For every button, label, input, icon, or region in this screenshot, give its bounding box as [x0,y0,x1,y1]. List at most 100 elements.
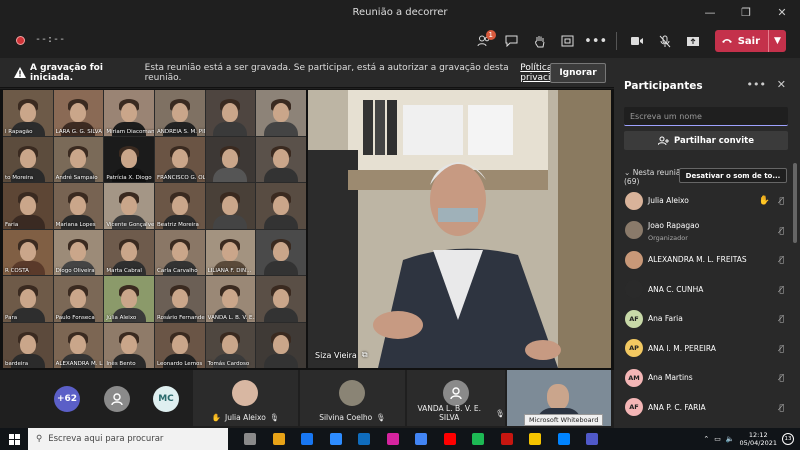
gallery-tile[interactable]: to Moreira [3,136,53,182]
participant-tile[interactable]: VANDA L. B. V. E. SILVA 🎙 [407,370,505,426]
gallery-tile[interactable]: Rosário Fernandes [155,276,205,322]
gallery-tile[interactable]: LILIANA F. DIN... [205,229,256,275]
mute-all-button[interactable]: Desativar o som de to... [679,168,787,183]
gallery-tile[interactable]: Faria [3,183,53,229]
mic-off-icon[interactable]: 🎙̸ [779,285,784,294]
taskbar-app-icon[interactable] [436,428,465,450]
camera-button[interactable] [623,29,651,53]
gallery-tile[interactable]: Diogo Oliveira [53,229,104,275]
reactions-button[interactable] [526,29,554,53]
mic-off-icon[interactable]: 🎙̸ [779,226,784,235]
in-meeting-section-toggle[interactable]: ⌄ Nesta reunião (69) [624,168,685,186]
avatar [443,380,469,406]
close-window-button[interactable]: ✕ [764,0,800,24]
more-actions-button[interactable]: ••• [582,29,610,53]
gallery-tile[interactable]: R COSTA [3,229,53,275]
gallery-tile[interactable]: Mariana Lopes [53,183,104,229]
ignore-button[interactable]: Ignorar [550,63,606,83]
volume-icon[interactable]: 🔈 [726,435,735,443]
mic-off-icon[interactable]: 🎙̸ [779,344,784,353]
gallery-tile[interactable]: Miriam Diacomama [104,90,154,136]
taskbar-app-icon[interactable] [407,428,436,450]
gallery-tile[interactable]: Tomás Cardoso [205,322,256,368]
gallery-tile[interactable]: ALEXANDRA M. L... [53,322,104,368]
gallery-tile[interactable]: Paulo Fonseca [53,276,104,322]
gallery-tile[interactable] [256,322,306,368]
participant-row[interactable]: ANA C. CUNHA 🎙̸ [614,275,792,305]
taskbar-app-icon[interactable] [293,428,322,450]
start-button[interactable] [0,428,28,450]
taskbar-app-icon[interactable] [322,428,351,450]
gallery-tile[interactable]: LARA G. G. SILVA [53,90,104,136]
notifications-button[interactable]: 13 [782,433,794,445]
gallery-tile[interactable]: André Sampaio [53,136,104,182]
leave-options-dropdown[interactable]: ▼ [768,30,786,52]
mic-off-icon[interactable]: 🎙̸ [779,196,784,205]
gallery-tile[interactable]: FRANCISCO G. OLI... [155,136,205,182]
participant-tile[interactable]: ✋ Julia Aleixo 🎙 [193,370,298,426]
share-screen-button[interactable] [679,29,707,53]
maximize-button[interactable]: ❐ [728,0,764,24]
gallery-tile[interactable] [256,183,306,229]
participant-tile[interactable]: Silvina Coelho 🎙 [300,370,405,426]
taskbar-app-icon[interactable] [265,428,294,450]
participant-row[interactable]: AP ANA I. M. PEREIRA 🎙̸ [614,334,792,364]
speaker-video[interactable]: Siza Vieira ⧉ [308,90,611,368]
mic-off-icon[interactable]: 🎙̸ [779,314,784,323]
gallery-tile[interactable] [256,229,306,275]
gallery-tile[interactable]: Para [3,276,53,322]
panel-more-button[interactable]: ••• [747,78,766,91]
more-participants-button[interactable]: +62 [54,386,80,412]
taskbar-app-icon[interactable] [493,428,522,450]
participant-row[interactable]: AM Ana Martins 🎙̸ [614,363,792,393]
mic-off-icon[interactable]: 🎙̸ [779,403,784,412]
gallery-tile[interactable]: Vicente Gonçalves [104,183,154,229]
gallery-tile[interactable]: Carla Carvalho [155,229,205,275]
participant-row[interactable]: ALEXANDRA M. L. FREITAS 🎙̸ [614,245,792,275]
gallery-tile[interactable]: bardeira [3,322,53,368]
mic-off-icon[interactable]: 🎙̸ [779,373,784,382]
gallery-tile[interactable] [256,276,306,322]
taskbar-app-icon[interactable] [550,428,579,450]
participant-row[interactable]: AF ANA P. C. FARIA 🎙̸ [614,393,792,423]
gallery-tile[interactable]: Inês Bento [104,322,154,368]
taskbar-app-icon[interactable] [350,428,379,450]
gallery-tile[interactable]: l Rapagão [3,90,53,136]
gallery-tile[interactable]: Beatriz Moreira [155,183,205,229]
gallery-tile[interactable]: Patrícia X. Diogo [104,136,154,182]
participant-search-input[interactable]: Escreva um nome [624,107,788,126]
taskbar-search-input[interactable]: ⚲ Escreva aqui para procurar [28,428,228,450]
mic-off-icon[interactable]: 🎙̸ [779,255,784,264]
minimize-button[interactable]: — [692,0,728,24]
gallery-tile[interactable] [256,136,306,182]
taskbar-app-icon[interactable] [236,428,265,450]
gallery-tile[interactable]: VANDA L. B. V. E... [205,276,256,322]
tile-face [273,288,290,308]
gallery-tile[interactable] [205,136,256,182]
gallery-tile[interactable]: Marta Cabral [104,229,154,275]
taskbar-app-icon[interactable] [578,428,607,450]
participants-button[interactable]: 1 [470,29,498,53]
chevron-up-icon[interactable]: ⌃ [703,435,709,443]
gallery-tile[interactable]: ANDREIA S. M. PINTO [155,90,205,136]
taskbar-app-icon[interactable] [464,428,493,450]
taskbar-app-icon[interactable] [521,428,550,450]
gallery-tile[interactable] [256,90,306,136]
gallery-tile[interactable]: Leonardo Lemos [155,322,205,368]
network-icon[interactable]: ▭ [714,435,721,443]
close-icon[interactable]: ✕ [777,78,786,91]
clock[interactable]: 12:12 05/04/2021 [740,431,777,447]
chat-button[interactable] [498,29,526,53]
participant-row[interactable]: Joao Rapagao Organizador 🎙̸ [614,216,792,246]
taskbar-app-icon[interactable] [379,428,408,450]
panel-scrollbar[interactable] [793,163,797,243]
gallery-tile[interactable]: Júlia Aleixo [104,276,154,322]
rooms-button[interactable] [554,29,582,53]
gallery-tile[interactable] [205,90,256,136]
participant-row[interactable]: AF Ana Faria 🎙̸ [614,304,792,334]
microphone-button[interactable] [651,29,679,53]
share-invite-button[interactable]: Partilhar convite [624,131,788,150]
gallery-tile[interactable] [205,183,256,229]
participant-row[interactable]: Julia Aleixo ✋ 🎙̸ [614,186,792,216]
leave-button[interactable]: Sair ▼ [714,30,786,52]
